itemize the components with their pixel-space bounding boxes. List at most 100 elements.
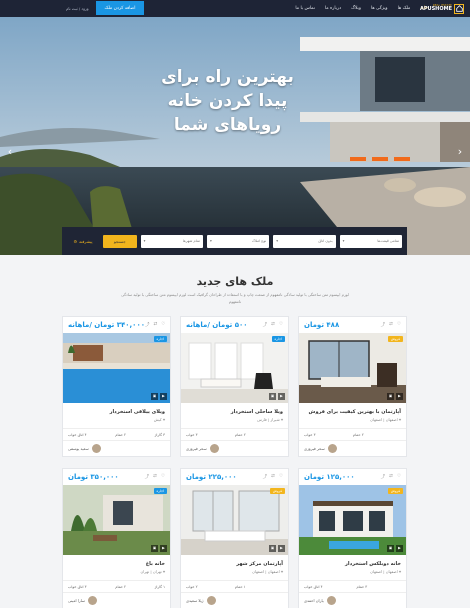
- agent-info[interactable]: سارا امینی: [68, 596, 97, 605]
- card-agent: سحر فیروزی: [181, 440, 288, 456]
- compare-icon[interactable]: ⇄: [153, 474, 157, 480]
- city-select[interactable]: تمام شهرها ▾: [140, 234, 203, 248]
- card-title[interactable]: ویلا ساحلی استخردار: [181, 403, 288, 417]
- menu-item-contact[interactable]: تماس با ما: [295, 0, 315, 17]
- agent-info[interactable]: یاران احمدی: [304, 596, 336, 605]
- type-select[interactable]: نوع املاک ▾: [206, 234, 270, 248]
- property-card[interactable]: ۱۲۵,۰۰۰ تومان ⤴ ⇄ ♡ فروش ▣ ▶ خانه دوبلکس…: [298, 468, 407, 608]
- card-actions: ⤴ ⇄ ♡: [381, 322, 401, 328]
- share-icon[interactable]: ⤴: [381, 322, 386, 328]
- share-icon[interactable]: ⤴: [381, 474, 386, 480]
- camera-icon[interactable]: ▣: [387, 545, 394, 552]
- agent-info[interactable]: سحر فیروزی: [186, 444, 219, 453]
- share-icon[interactable]: ⤴: [263, 322, 268, 328]
- camera-icon[interactable]: ▣: [387, 393, 394, 400]
- status-badge: اجاره: [271, 336, 285, 342]
- agent-name: سحر فیروزی: [186, 446, 207, 451]
- heart-icon[interactable]: ♡: [279, 322, 283, 328]
- advanced-search-toggle[interactable]: ⚙ پیشرفته: [67, 235, 99, 248]
- section-subtitle: لورم ایپسوم متن ساختگی با تولید سادگی نا…: [121, 292, 349, 304]
- card-title[interactable]: خانه دوبلکس استخردار: [299, 555, 406, 569]
- site-logo[interactable]: REAL ESTATE APUSHOME: [420, 0, 464, 17]
- card-address-text: اصفهان | اصفهان: [370, 569, 398, 574]
- compare-icon[interactable]: ⇄: [271, 322, 275, 328]
- menu-item-features[interactable]: ویژگی ها: [371, 0, 388, 17]
- heart-icon[interactable]: ♡: [161, 322, 165, 328]
- bedrooms: ۲ خواب: [186, 584, 198, 589]
- card-image[interactable]: فروش ▣ ▶: [299, 333, 406, 403]
- video-icon[interactable]: ▶: [396, 393, 403, 400]
- camera-icon[interactable]: ▣: [269, 545, 276, 552]
- card-image[interactable]: اجاره ▣ ▶: [181, 333, 288, 403]
- card-title[interactable]: ویلای ییلاقی استخردار: [63, 403, 170, 417]
- compare-icon[interactable]: ⇄: [271, 474, 275, 480]
- card-address: ⌖ اصفهان | اصفهان: [299, 569, 406, 580]
- video-icon[interactable]: ▶: [160, 545, 167, 552]
- card-features: ۴ اتاق خواب ۲ حمام ۳ گاراژ: [63, 428, 170, 440]
- chevron-down-icon: ▾: [342, 239, 345, 243]
- agent-info[interactable]: سحر فیروزی: [304, 444, 337, 453]
- card-image[interactable]: فروش ▣ ▶: [181, 485, 288, 555]
- city-select-value: تمام شهرها: [182, 239, 200, 243]
- rooms-select[interactable]: بدون اتاق ▾: [273, 234, 336, 248]
- bedrooms: ۳ خواب: [304, 432, 316, 437]
- share-icon[interactable]: ⤴: [263, 474, 268, 480]
- status-badge: اجاره: [153, 488, 167, 494]
- compare-icon[interactable]: ⇄: [154, 322, 158, 328]
- share-icon[interactable]: ⤴: [145, 474, 150, 480]
- bathrooms: ۳ حمام: [356, 584, 368, 589]
- video-icon[interactable]: ▶: [278, 393, 285, 400]
- compare-icon[interactable]: ⇄: [389, 322, 393, 328]
- camera-icon[interactable]: ▣: [269, 393, 276, 400]
- chevron-down-icon: ▾: [276, 239, 279, 243]
- property-card[interactable]: ۴۸۸ تومان ⤴ ⇄ ♡ فروش ▣ ▶ آپارتمان با بهت…: [298, 316, 407, 457]
- card-actions: ⤴ ⇄ ♡: [145, 474, 165, 480]
- card-price-row: ۵۰۰ تومان /ماهانه ⤴ ⇄ ♡: [181, 317, 288, 333]
- property-card[interactable]: ۳۵۰,۰۰۰ تومان ⤴ ⇄ ♡ اجاره ▣ ▶ خانه باغ ⌖…: [62, 468, 171, 608]
- camera-icon[interactable]: ▣: [151, 545, 158, 552]
- property-card[interactable]: ۵۰۰ تومان /ماهانه ⤴ ⇄ ♡ اجاره ▣ ▶ ویلا س…: [180, 316, 289, 457]
- video-icon[interactable]: ▶: [396, 545, 403, 552]
- heart-icon[interactable]: ♡: [279, 474, 283, 480]
- card-title[interactable]: آپارتمان مرکز شهر: [181, 555, 288, 569]
- property-card[interactable]: ۳۴۰,۰۰۰ تومان /ماهانه ⤴ ⇄ ♡ اجاره ▣ ▶ وی…: [62, 316, 171, 457]
- menu-item-properties[interactable]: ملک ها: [398, 0, 411, 17]
- search-button[interactable]: جستجو: [102, 234, 137, 248]
- card-price: ۱۲۵,۰۰۰ تومان: [304, 473, 355, 481]
- card-price-row: ۳۴۰,۰۰۰ تومان /ماهانه ⤴ ⇄ ♡: [63, 317, 170, 333]
- price-select-value: تمامی قیمت‌ها: [377, 239, 399, 243]
- price-select[interactable]: تمامی قیمت‌ها ▾: [339, 234, 402, 248]
- login-link[interactable]: ورود / ثبت نام: [66, 0, 89, 17]
- compare-icon[interactable]: ⇄: [389, 474, 393, 480]
- heart-icon[interactable]: ♡: [161, 474, 165, 480]
- heart-icon[interactable]: ♡: [397, 474, 401, 480]
- add-property-button[interactable]: اضافه کردن ملک: [96, 1, 144, 15]
- card-image[interactable]: فروش ▣ ▶: [299, 485, 406, 555]
- agent-info[interactable]: سعید یوسفی: [68, 444, 101, 453]
- video-icon[interactable]: ▶: [160, 393, 167, 400]
- menu-item-blog[interactable]: وبلاگ: [351, 0, 361, 17]
- card-title[interactable]: خانه باغ: [63, 555, 170, 569]
- share-icon[interactable]: ⤴: [145, 322, 150, 328]
- house-icon: [454, 3, 464, 14]
- heart-icon[interactable]: ♡: [397, 322, 401, 328]
- location-icon: ⌖: [280, 417, 283, 422]
- slider-prev-icon[interactable]: ‹: [6, 145, 14, 159]
- status-badge: فروش: [387, 336, 403, 342]
- menu-item-about[interactable]: درباره ما: [325, 0, 341, 17]
- gear-icon: ⚙: [73, 238, 78, 244]
- location-icon: ⌖: [398, 569, 401, 574]
- video-icon[interactable]: ▶: [278, 545, 285, 552]
- status-badge: فروش: [387, 488, 403, 494]
- type-select-value: نوع املاک: [251, 239, 267, 243]
- card-image[interactable]: اجاره ▣ ▶: [63, 485, 170, 555]
- slider-next-icon[interactable]: ›: [456, 145, 464, 159]
- media-icons: ▣ ▶: [269, 545, 285, 552]
- chevron-down-icon: ▾: [209, 239, 212, 243]
- location-icon: ⌖: [162, 569, 165, 574]
- card-title[interactable]: آپارتمان با بهترین کیفیت برای فروش: [299, 403, 406, 417]
- card-image[interactable]: اجاره ▣ ▶: [63, 333, 170, 403]
- camera-icon[interactable]: ▣: [151, 393, 158, 400]
- property-card[interactable]: ۲۲۵,۰۰۰ تومان ⤴ ⇄ ♡ فروش ▣ ▶ آپارتمان مر…: [180, 468, 289, 608]
- agent-info[interactable]: ژیلا سعیدی: [186, 596, 216, 605]
